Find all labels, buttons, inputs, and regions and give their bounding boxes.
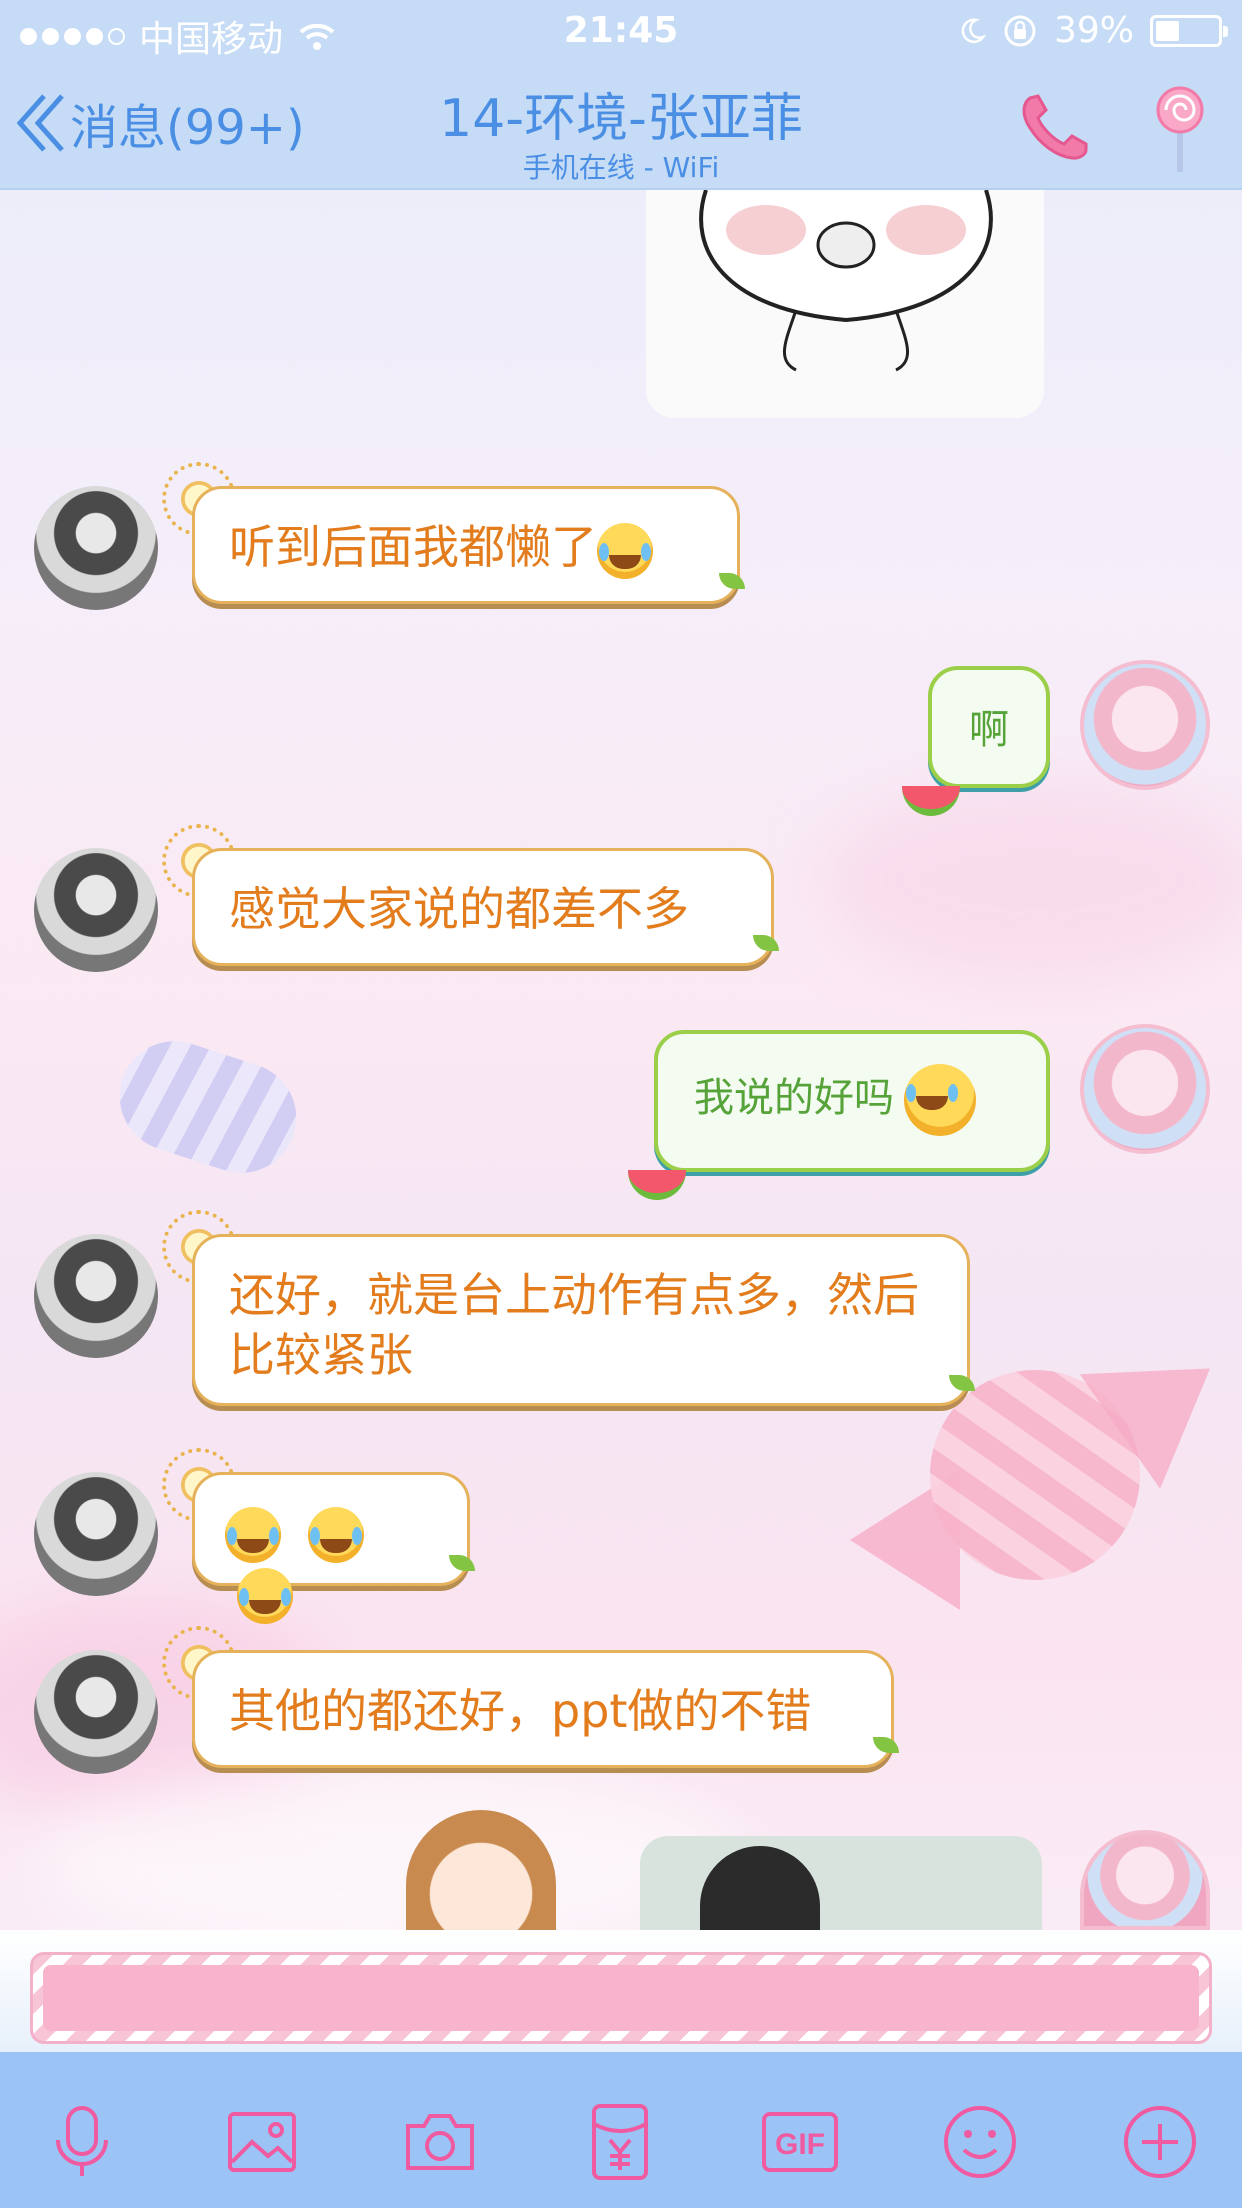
lollipop-icon[interactable]: [1152, 84, 1208, 174]
contact-avatar[interactable]: [34, 1650, 158, 1774]
leaf-decoration-icon: [753, 935, 779, 951]
my-avatar[interactable]: [1080, 660, 1210, 790]
smiley-icon: [944, 2106, 1016, 2178]
thinking-emoji-icon: [904, 1064, 976, 1136]
battery-level: [1156, 20, 1180, 41]
sticker-character: [700, 1846, 820, 1930]
leaf-decoration-icon: [949, 1375, 975, 1391]
my-avatar[interactable]: [1080, 1024, 1210, 1154]
leaf-decoration-icon: [719, 573, 745, 589]
tears-of-joy-emoji-icon: [225, 1506, 281, 1563]
message-bubble-received[interactable]: 感觉大家说的都差不多: [192, 848, 779, 966]
orientation-lock-icon: [1004, 15, 1036, 46]
microphone-icon: [56, 2106, 108, 2176]
gif-icon: GIF: [762, 2112, 838, 2172]
contact-avatar[interactable]: [34, 1472, 158, 1596]
battery-icon: [1150, 14, 1228, 47]
contact-avatar[interactable]: [34, 848, 158, 972]
message-input[interactable]: [43, 1965, 1199, 2031]
battery-percent: 39%: [1053, 10, 1134, 51]
tears-of-joy-emoji-icon: [307, 1506, 364, 1563]
voice-button[interactable]: [42, 2102, 122, 2182]
gif-label: GIF: [775, 2128, 825, 2161]
tears-of-joy-emoji-icon: [597, 522, 653, 579]
emoji-button[interactable]: [940, 2102, 1020, 2182]
red-packet-icon: [592, 2104, 648, 2180]
leaf-decoration-icon: [873, 1737, 899, 1753]
message-text: 其他的都还好，ppt做的不错: [229, 1684, 812, 1738]
message-bubble-sent[interactable]: 我说的好吗: [628, 1030, 1050, 1200]
watermelon-decoration-icon: [628, 1170, 686, 1200]
input-area: [0, 1930, 1242, 2052]
contact-avatar[interactable]: [34, 486, 158, 610]
image-message[interactable]: [646, 190, 1044, 418]
message-text: 听到后面我都懒了: [229, 520, 597, 574]
tears-of-joy-emoji-icon: [237, 1568, 293, 1624]
image-message[interactable]: [640, 1836, 1042, 1930]
contact-avatar[interactable]: [34, 1234, 158, 1358]
image-icon: [228, 2112, 296, 2172]
my-avatar[interactable]: [1080, 1830, 1210, 1930]
message-input-frame: [30, 1952, 1212, 2044]
status-bar: 中国移动 21:45 39%: [0, 0, 1242, 62]
input-toolbar: GIF: [0, 2052, 1242, 2208]
more-button[interactable]: [1120, 2102, 1200, 2182]
background-candy-bar: [105, 1026, 311, 1188]
message-text: 还好，就是台上动作有点多，然后比较紧张: [229, 1268, 919, 1382]
leaf-decoration-icon: [449, 1555, 475, 1571]
camera-icon: [406, 2114, 474, 2170]
background-cloud: [820, 780, 1242, 980]
navigation-bar: 消息(99+) 14-环境-张亚菲 手机在线 - WiFi: [0, 62, 1242, 190]
status-right: 39%: [958, 10, 1228, 51]
gif-button[interactable]: GIF: [760, 2102, 840, 2182]
message-text: 啊: [969, 707, 1009, 753]
message-text: 我说的好吗: [694, 1075, 894, 1121]
moon-icon: [961, 18, 986, 43]
message-bubble-received[interactable]: 听到后面我都懒了: [192, 486, 745, 604]
image-button[interactable]: [222, 2102, 302, 2182]
message-text: 感觉大家说的都差不多: [229, 882, 689, 936]
message-bubble-received[interactable]: 还好，就是台上动作有点多，然后比较紧张: [192, 1234, 975, 1406]
phone-call-icon[interactable]: [1016, 90, 1090, 164]
red-packet-button[interactable]: [580, 2102, 660, 2182]
message-bubble-received[interactable]: 其他的都还好，ppt做的不错: [192, 1650, 899, 1768]
message-bubble-received[interactable]: [192, 1472, 475, 1624]
camera-button[interactable]: [400, 2102, 480, 2182]
message-bubble-sent[interactable]: 啊: [902, 666, 1050, 816]
sticker-image: [699, 190, 993, 372]
plus-icon: [1124, 2106, 1196, 2178]
